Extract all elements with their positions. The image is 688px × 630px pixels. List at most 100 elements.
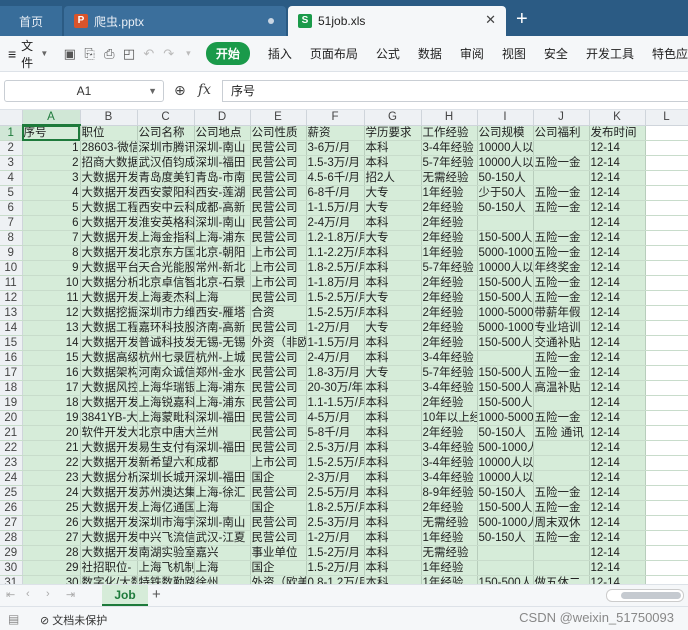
cell[interactable]: 19 — [22, 410, 81, 426]
cell[interactable]: 本科 — [364, 485, 422, 501]
cell[interactable]: 3841YB-大数 — [80, 410, 138, 426]
cell[interactable]: 工作经验 — [421, 125, 478, 141]
cell[interactable]: 五险一金 — [533, 155, 590, 171]
column-header[interactable]: C — [137, 110, 195, 126]
row-header[interactable]: 3 — [0, 155, 23, 171]
cell[interactable]: 深圳-福田 — [194, 410, 251, 426]
cell[interactable]: 国企 — [250, 560, 307, 576]
cell[interactable]: 4.5-6千/月 — [306, 170, 365, 186]
cell[interactable]: 1.8-2.5万/月 — [306, 260, 365, 276]
cell[interactable]: 15 — [22, 350, 81, 366]
cell[interactable]: 1年经验 — [421, 185, 478, 201]
cell[interactable]: 外资（非欧美） — [250, 335, 307, 351]
cell[interactable]: 23 — [22, 470, 81, 486]
cell[interactable]: 西安-雁塔 — [194, 305, 251, 321]
cell[interactable]: 北京中唐大 — [137, 425, 195, 441]
cell[interactable]: 8-9年经验 — [421, 485, 478, 501]
cell[interactable]: 大专 — [364, 320, 422, 336]
cell[interactable]: 9 — [22, 260, 81, 276]
cell[interactable]: 上海飞机制 — [137, 560, 195, 576]
cell[interactable] — [645, 530, 688, 546]
cell[interactable]: 500-1000人 — [477, 440, 534, 456]
undo-icon[interactable]: ↶ — [141, 46, 156, 62]
cell[interactable]: 本科 — [364, 575, 422, 584]
cell[interactable]: 发布时间 — [589, 125, 646, 141]
cell[interactable]: 事业单位 — [250, 545, 307, 561]
cell[interactable] — [645, 245, 688, 261]
cell[interactable]: 嘉兴 — [194, 545, 251, 561]
cell[interactable]: 本科 — [364, 335, 422, 351]
spreadsheet-grid[interactable]: ABCDEFGHIJKL 1 序号 职位 公司名称 公司地点 公司性质 薪资 学历要求 工作经验… — [0, 110, 688, 584]
row-header[interactable]: 15 — [0, 335, 23, 351]
cell[interactable] — [477, 350, 534, 366]
cell[interactable]: 社招职位- — [80, 560, 138, 576]
cell[interactable]: 五险一金 — [533, 500, 590, 516]
row-header[interactable]: 30 — [0, 560, 23, 576]
cell[interactable]: 大数据开发 — [80, 230, 138, 246]
cell[interactable]: 北京东方国 — [137, 245, 195, 261]
cell[interactable] — [645, 305, 688, 321]
cell[interactable]: 1.5-2.5万/月 — [306, 455, 365, 471]
cell[interactable] — [645, 170, 688, 186]
cell[interactable]: 民营公司 — [250, 140, 307, 156]
cell[interactable]: 五险一金 — [533, 200, 590, 216]
cell[interactable]: 民营公司 — [250, 155, 307, 171]
cell[interactable]: 杭州七录匠 — [137, 350, 195, 366]
cell[interactable]: 1.1-1.5万/月 — [306, 395, 365, 411]
cell[interactable] — [645, 155, 688, 171]
document-status-icon[interactable]: ▤ — [8, 612, 19, 626]
cell[interactable]: 民营公司 — [250, 230, 307, 246]
horizontal-scrollbar[interactable] — [606, 589, 684, 602]
cell[interactable] — [645, 350, 688, 366]
cell[interactable] — [533, 545, 590, 561]
cell[interactable]: 12-14 — [589, 560, 646, 576]
cell[interactable]: 20 — [22, 425, 81, 441]
cell[interactable]: 5-7年经验 — [421, 260, 478, 276]
cell[interactable]: 大数据开发 — [80, 500, 138, 516]
cell[interactable]: 16 — [22, 365, 81, 381]
menu-special-features[interactable]: 特色应 — [652, 45, 688, 62]
row-header[interactable]: 17 — [0, 365, 23, 381]
menu-start[interactable]: 开始 — [205, 42, 250, 65]
cell[interactable] — [645, 380, 688, 396]
cell[interactable]: 10 — [22, 275, 81, 291]
cell[interactable] — [533, 140, 590, 156]
cell[interactable]: 公司福利 — [533, 125, 590, 141]
cell[interactable]: 150-500人 — [477, 275, 534, 291]
cell[interactable]: 大数据分析 — [80, 275, 138, 291]
cell[interactable]: 外资（欧美） — [250, 575, 307, 584]
cell[interactable]: 2-3万/月 — [306, 470, 365, 486]
cell[interactable]: 本科 — [364, 410, 422, 426]
cell[interactable]: 普诚科技发 — [137, 335, 195, 351]
cell[interactable]: 无需经验 — [421, 515, 478, 531]
column-header[interactable]: J — [533, 110, 590, 126]
cell[interactable]: 12-14 — [589, 230, 646, 246]
row-header[interactable]: 29 — [0, 545, 23, 561]
cell[interactable]: 50-150人 — [477, 200, 534, 216]
row-header[interactable]: 18 — [0, 380, 23, 396]
cell[interactable]: 大数据高级 — [80, 350, 138, 366]
cell[interactable]: 2年经验 — [421, 500, 478, 516]
column-header[interactable]: B — [80, 110, 138, 126]
cell[interactable]: 年终奖金 — [533, 260, 590, 276]
cell[interactable] — [533, 170, 590, 186]
row-header[interactable]: 22 — [0, 440, 23, 456]
cell[interactable]: 21 — [22, 440, 81, 456]
cell[interactable]: 3 — [22, 170, 81, 186]
cell[interactable]: 青岛-市南 — [194, 170, 251, 186]
cell[interactable]: 6 — [22, 215, 81, 231]
cell[interactable]: 嘉环科技股 — [137, 320, 195, 336]
cell[interactable]: 50-150人 — [477, 485, 534, 501]
cell[interactable]: 公司规模 — [477, 125, 534, 141]
cell[interactable]: 12-14 — [589, 365, 646, 381]
cell[interactable]: 2年经验 — [421, 305, 478, 321]
cell[interactable]: 150-500人 — [477, 395, 534, 411]
cell[interactable]: 12-14 — [589, 335, 646, 351]
cell[interactable]: 深圳市力维 — [137, 305, 195, 321]
cell[interactable] — [645, 290, 688, 306]
redo-icon[interactable]: ↷ — [161, 46, 176, 62]
cell[interactable]: 学历要求 — [364, 125, 422, 141]
cell[interactable]: 上海 — [194, 290, 251, 306]
cell[interactable]: 天合光能股 — [137, 260, 195, 276]
menu-insert[interactable]: 插入 — [268, 45, 292, 62]
